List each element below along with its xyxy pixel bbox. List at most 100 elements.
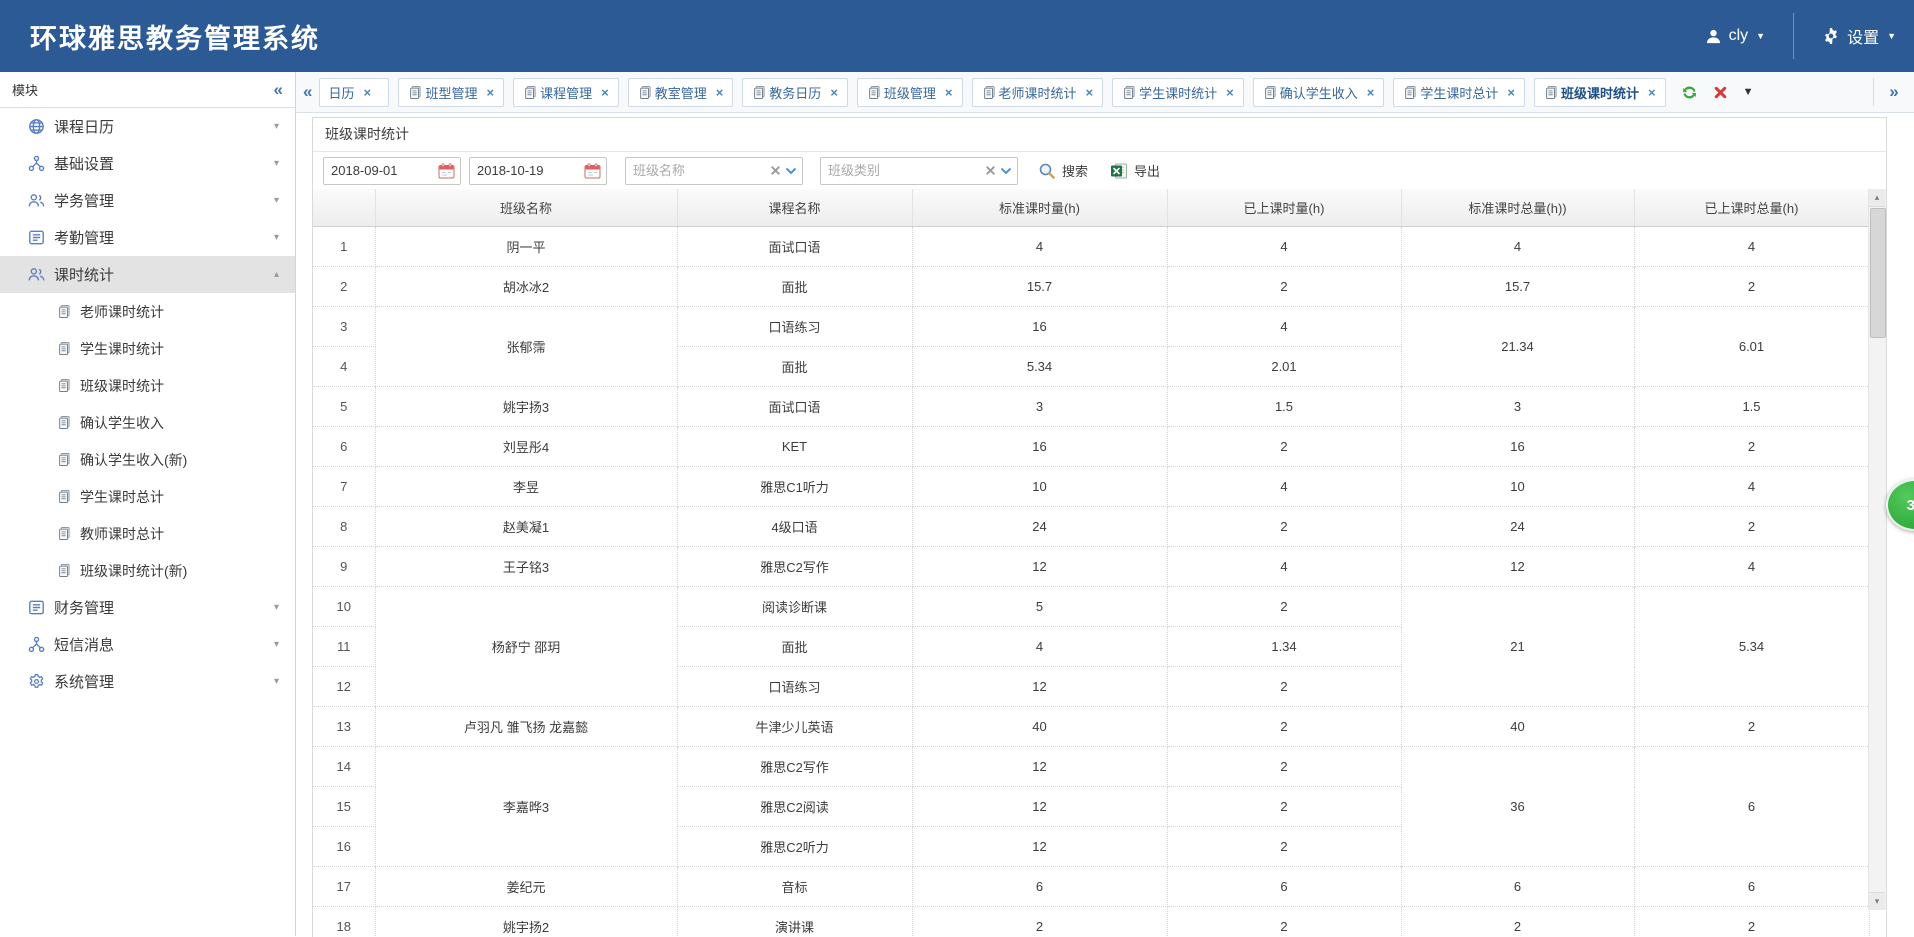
close-icon[interactable]: × [1507,85,1515,100]
class-type-input[interactable] [826,162,981,179]
chevron-down-icon: ▾ [274,602,279,613]
tab-menu-caret-icon[interactable]: ▼ [1743,86,1754,98]
class-type-combo[interactable] [820,157,1018,185]
date-from-input[interactable] [329,162,434,179]
table-row: 6 刘昱彤4 KET 16 2 16 2 [313,427,1869,467]
std-total-cell: 21 [1401,587,1634,707]
sidebar-item-confirm-income[interactable]: 确认学生收入 [0,404,295,441]
sidebar-item-student-affairs[interactable]: 学务管理 ▾ [0,182,295,219]
close-icon[interactable]: × [1367,85,1375,100]
close-all-icon[interactable] [1713,85,1728,100]
date-to-field[interactable] [469,157,607,185]
col-class-name[interactable]: 班级名称 [375,189,677,227]
document-icon [57,378,72,393]
close-icon[interactable]: × [716,85,724,100]
sidebar-item-teacher-hours-total[interactable]: 教师课时总计 [0,515,295,552]
sidebar-item-finance[interactable]: 财务管理 ▾ [0,589,295,626]
col-done-hours[interactable]: 已上课时量(h) [1167,189,1401,227]
std-hours-cell: 12 [912,667,1167,707]
date-from-field[interactable] [323,157,461,185]
class-name-combo[interactable] [625,157,803,185]
chevron-up-icon: ▴ [274,269,279,280]
tab-calendar[interactable]: 日历 × [319,78,389,107]
tab-student-hours[interactable]: 学生课时统计 × [1112,78,1244,107]
std-hours-cell: 12 [912,827,1167,867]
std-hours-cell: 40 [912,707,1167,747]
close-icon[interactable]: × [830,85,838,100]
row-index: 2 [313,267,375,307]
class-name-cell: 刘昱彤4 [375,427,677,467]
scroll-up-icon[interactable]: ▴ [1869,189,1885,207]
tab-scroll-right-icon[interactable]: » [1881,82,1907,102]
sidebar-item-system[interactable]: 系统管理 ▾ [0,663,295,700]
sidebar-item-hours-stats[interactable]: 课时统计 ▴ [0,256,295,293]
tab-label: 班级课时统计 [1561,83,1639,102]
tab-confirm-income[interactable]: 确认学生收入 × [1253,78,1385,107]
clear-icon[interactable] [770,165,781,176]
tab-teacher-hours[interactable]: 老师课时统计 × [972,78,1104,107]
chevron-down-icon[interactable] [785,167,797,175]
close-icon[interactable]: × [1226,85,1234,100]
tab-label: 班级管理 [884,83,936,102]
sidebar-collapse-icon[interactable]: « [274,80,283,100]
settings-menu[interactable]: 设置 ▼ [1822,24,1896,48]
chevron-down-icon[interactable] [1000,167,1012,175]
user-icon [1705,28,1722,45]
tab-class-mgmt[interactable]: 班级管理 × [857,78,963,107]
col-done-total[interactable]: 已上课时总量(h) [1634,189,1869,227]
close-icon[interactable]: × [1648,85,1656,100]
tab-academic-calendar[interactable]: 教务日历 × [742,78,848,107]
table-row: 2 胡冰冰2 面批 15.7 2 15.7 2 [313,267,1869,307]
sidebar-item-attendance[interactable]: 考勤管理 ▾ [0,219,295,256]
close-icon[interactable]: × [945,85,953,100]
user-menu[interactable]: cly ▼ [1705,27,1765,45]
export-button[interactable]: 导出 [1110,161,1160,180]
sidebar-item-student-hours[interactable]: 学生课时统计 [0,330,295,367]
sidebar-item-class-hours[interactable]: 班级课时统计 [0,367,295,404]
col-std-total[interactable]: 标准课时总量(h)) [1401,189,1634,227]
col-course-name[interactable]: 课程名称 [677,189,912,227]
clear-icon[interactable] [985,165,996,176]
sidebar-item-teacher-hours[interactable]: 老师课时统计 [0,293,295,330]
sidebar-header: 模块 « [0,72,295,108]
sidebar-item-sms[interactable]: 短信消息 ▾ [0,626,295,663]
tab-course-mgmt[interactable]: 课程管理 × [513,78,619,107]
sidebar-item-class-hours-new[interactable]: 班级课时统计(新) [0,552,295,589]
calendar-icon[interactable] [438,163,455,179]
nodes-icon [28,636,45,653]
close-icon[interactable]: × [1086,85,1094,100]
class-hours-panel: 班级课时统计 [312,117,1887,937]
course-cell: 雅思C2听力 [677,827,912,867]
export-label: 导出 [1134,161,1160,180]
tab-student-hours-total[interactable]: 学生课时总计 × [1393,78,1525,107]
search-button[interactable]: 搜索 [1038,161,1088,180]
document-icon [982,85,997,100]
done-total-cell: 2 [1634,707,1869,747]
close-icon[interactable]: × [363,85,371,100]
close-icon[interactable]: × [601,85,609,100]
sidebar-item-label: 课时统计 [54,264,114,285]
tab-class-type-mgmt[interactable]: 班型管理 × [398,78,504,107]
col-std-hours[interactable]: 标准课时量(h) [912,189,1167,227]
done-hours-cell: 2 [1167,707,1401,747]
tab-classroom-mgmt[interactable]: 教室管理 × [628,78,734,107]
sidebar-item-student-hours-total[interactable]: 学生课时总计 [0,478,295,515]
document-icon [408,85,423,100]
close-icon[interactable]: × [486,85,494,100]
refresh-icon[interactable] [1681,84,1698,101]
class-name-cell: 王子铭3 [375,547,677,587]
scrollbar-thumb[interactable] [1870,208,1886,338]
sidebar-item-basic-settings[interactable]: 基础设置 ▾ [0,145,295,182]
class-name-input[interactable] [631,162,766,179]
sidebar-item-course-calendar[interactable]: 课程日历 ▾ [0,108,295,145]
grid-vertical-scrollbar[interactable]: ▴ ▾ [1868,189,1886,910]
header-divider [1793,13,1794,59]
floating-service-badge[interactable]: 36 [1886,479,1914,531]
sidebar-item-confirm-income-new[interactable]: 确认学生收入(新) [0,441,295,478]
table-row: 18 姚宇扬2 演讲课 2 2 2 2 [313,907,1869,937]
tab-class-hours-active[interactable]: 班级课时统计 × [1534,78,1666,107]
calendar-icon[interactable] [584,163,601,179]
date-to-input[interactable] [475,162,580,179]
tab-scroll-left-icon[interactable]: « [303,82,312,102]
scroll-down-icon[interactable]: ▾ [1869,892,1885,910]
